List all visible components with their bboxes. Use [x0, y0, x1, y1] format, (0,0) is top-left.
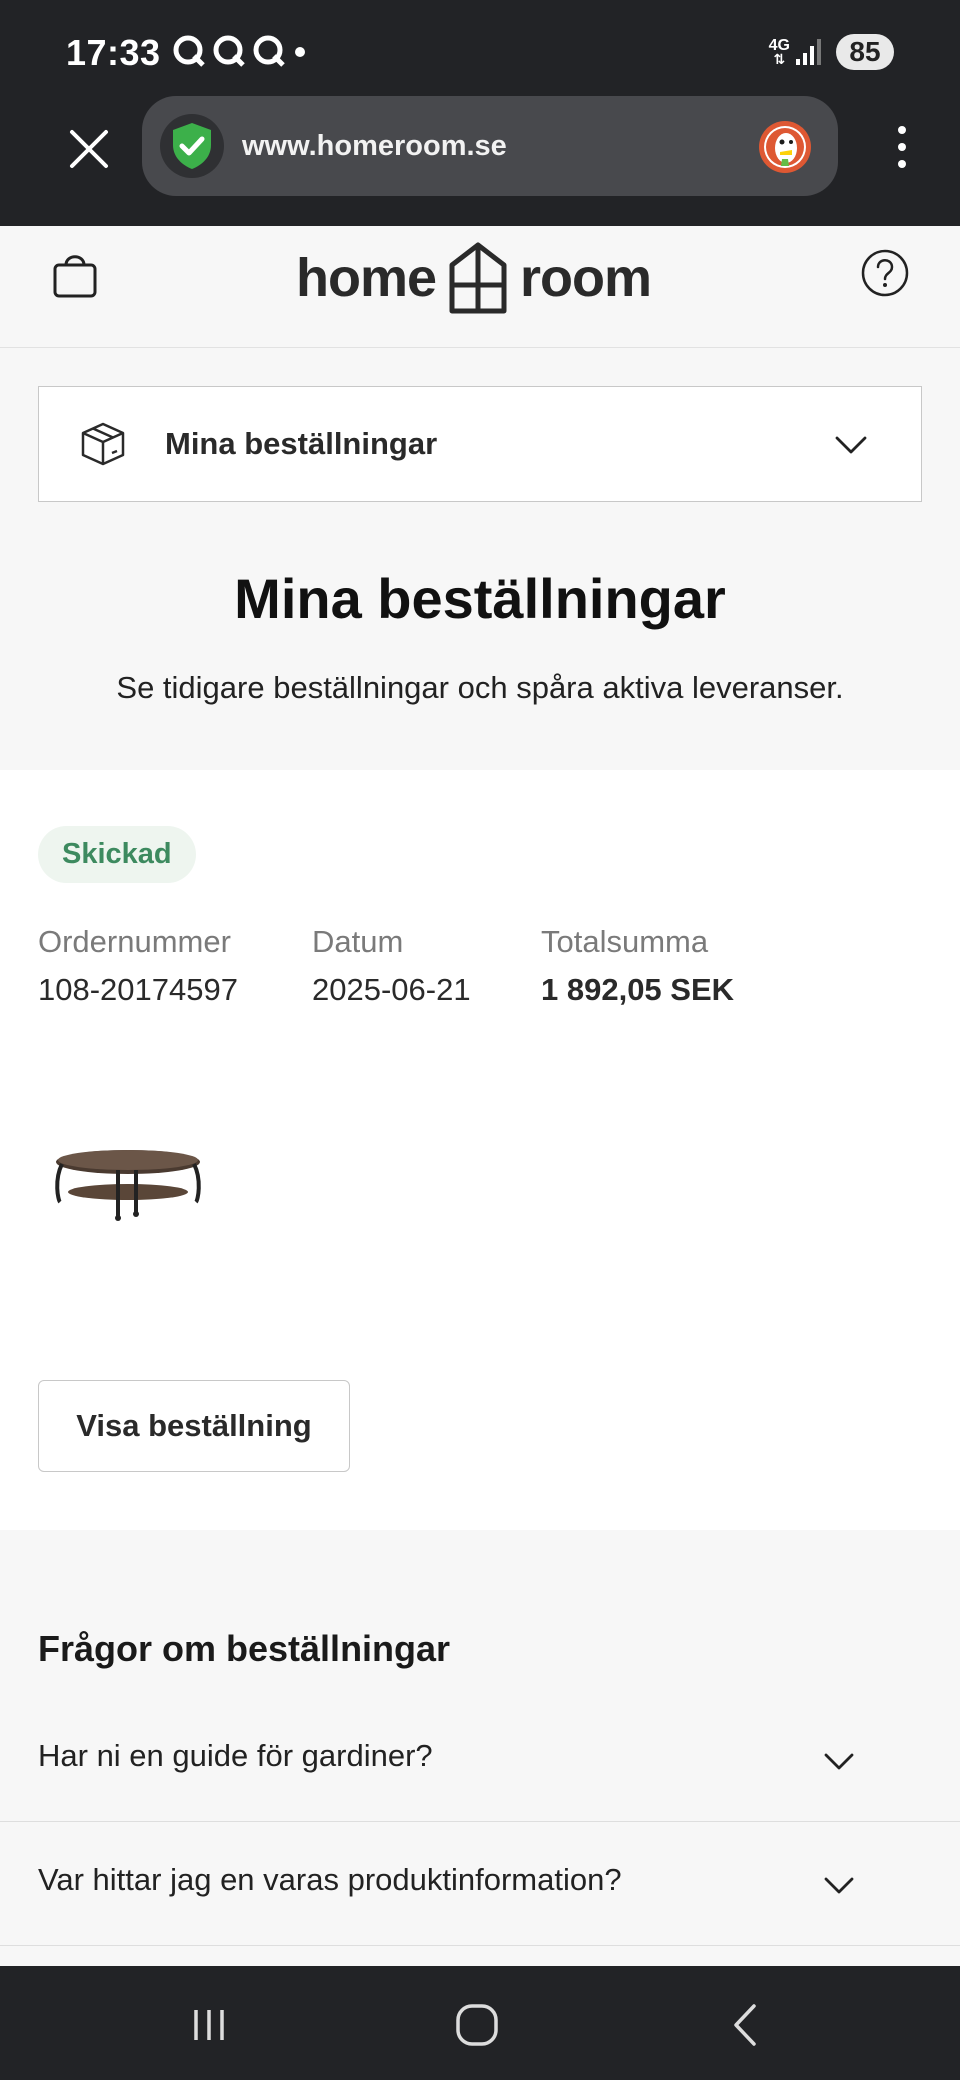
order-status-badge: Skickad — [38, 826, 196, 883]
chevron-down-icon — [824, 1877, 854, 1894]
shopping-bag-icon[interactable] — [50, 250, 100, 300]
view-order-button[interactable]: Visa beställning — [38, 1380, 350, 1472]
order-total-label: Totalsumma — [541, 924, 709, 959]
shield-check-icon — [173, 123, 211, 169]
site-header: home room — [0, 226, 960, 348]
homeroom-logo[interactable]: home room — [296, 238, 652, 318]
system-navigation-bar — [0, 1966, 960, 2080]
page-title: Mina beställningar — [234, 567, 726, 630]
package-icon — [81, 422, 125, 466]
product-image-coffee-table[interactable] — [52, 1140, 204, 1240]
account-select-label: Mina beställningar — [165, 426, 438, 461]
chevron-down-icon — [835, 436, 867, 454]
address-bar[interactable]: www.homeroom.se — [142, 96, 838, 196]
order-card: Skickad Ordernummer 108-20174597 Datum 2… — [0, 770, 960, 1530]
page-subtitle: Se tidigare beställningar och spåra akti… — [116, 670, 844, 705]
notification-icons — [172, 34, 308, 68]
order-date-label: Datum — [312, 924, 404, 959]
more-notifications-dot-icon — [295, 47, 305, 57]
browser-menu-icon[interactable] — [892, 124, 912, 170]
faq-question: Har ni en guide för gardiner? — [38, 1738, 433, 1773]
logo-window-icon — [449, 242, 507, 314]
network-indicator: 4G ⇅ — [769, 37, 824, 67]
order-date-column: Datum 2025-06-21 — [312, 924, 471, 1008]
browser-chrome: 17:33 4G ⇅ 85 www.homeroom.se — [0, 0, 960, 226]
signal-icon — [796, 39, 821, 65]
chevron-down-icon — [824, 1753, 854, 1770]
notification-q-icon — [253, 35, 285, 67]
faq-title: Frågor om beställningar — [38, 1628, 451, 1669]
order-number-value: 108-20174597 — [38, 972, 238, 1007]
help-icon[interactable] — [860, 248, 910, 298]
battery-level: 85 — [836, 34, 894, 70]
notification-q-icon — [213, 35, 245, 67]
notification-q-icon — [173, 35, 205, 67]
home-icon[interactable] — [452, 2000, 502, 2050]
order-number-label: Ordernummer — [38, 924, 231, 959]
order-total-column: Totalsumma 1 892,05 SEK — [541, 924, 734, 1008]
order-number-column: Ordernummer 108-20174597 — [38, 924, 238, 1008]
status-right: 4G ⇅ 85 — [769, 34, 894, 70]
faq-item[interactable]: Var hittar jag en varas produktinformati… — [0, 1822, 960, 1946]
back-icon[interactable] — [722, 2000, 772, 2050]
faq-item[interactable]: Har ni en guide för gardiner? — [0, 1698, 960, 1822]
faq-question: Var hittar jag en varas produktinformati… — [38, 1862, 622, 1897]
order-total-value: 1 892,05 SEK — [541, 972, 735, 1007]
url-text[interactable]: www.homeroom.se — [242, 130, 507, 163]
duckduckgo-icon[interactable] — [758, 120, 812, 174]
account-section-select[interactable]: Mina beställningar — [38, 386, 922, 502]
logo-word-home: home — [296, 248, 437, 308]
recent-apps-icon[interactable] — [184, 2000, 234, 2050]
order-date-value: 2025-06-21 — [312, 972, 471, 1007]
close-tab-icon[interactable] — [66, 126, 112, 172]
privacy-shield[interactable] — [160, 114, 224, 178]
status-time: 17:33 — [66, 32, 161, 73]
logo-word-room: room — [520, 248, 652, 308]
